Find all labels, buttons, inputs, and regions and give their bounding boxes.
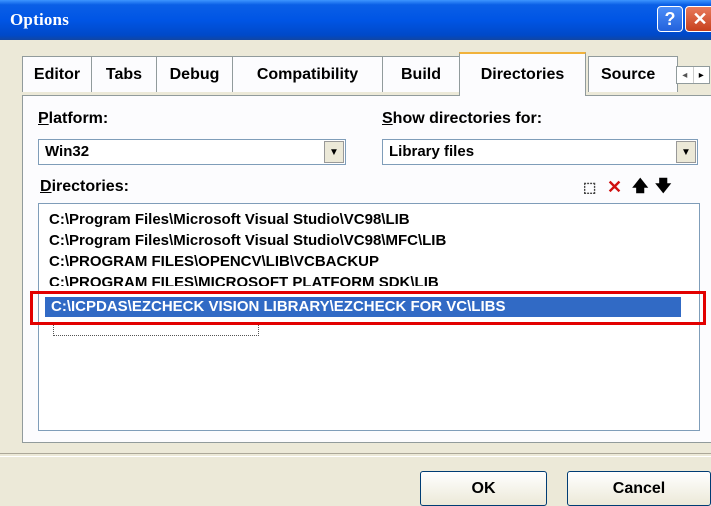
tab-compatibility[interactable]: Compatibility: [232, 56, 383, 92]
platform-value: Win32: [45, 143, 90, 160]
delete-icon[interactable]: ✕: [607, 178, 622, 196]
divider: [0, 453, 711, 457]
show-directories-select[interactable]: Library files ▼: [382, 139, 698, 165]
chevron-down-icon[interactable]: ▼: [324, 141, 344, 163]
tab-directories[interactable]: Directories: [459, 52, 586, 96]
close-button[interactable]: ✕: [685, 6, 711, 32]
tab-scroll-buttons: ◂ ▸: [676, 66, 710, 84]
platform-select[interactable]: Win32 ▼: [38, 139, 346, 165]
directories-label: Directories:: [40, 178, 129, 195]
platform-label: Platform:: [38, 110, 109, 127]
window-title: Options: [10, 10, 70, 29]
show-directories-value: Library files: [389, 143, 475, 160]
tab-editor[interactable]: Editor: [22, 56, 92, 92]
tab-debug[interactable]: Debug: [156, 56, 233, 92]
help-button[interactable]: ?: [657, 6, 683, 32]
new-folder-icon[interactable]: ⬚: [583, 178, 596, 196]
tab-build[interactable]: Build: [382, 56, 460, 92]
tab-tabs[interactable]: Tabs: [91, 56, 157, 92]
tab-scroll-right-icon[interactable]: ▸: [694, 67, 710, 83]
list-item[interactable]: C:\PROGRAM FILES\MICROSOFT PLATFORM SDK\…: [49, 273, 439, 286]
list-item[interactable]: C:\PROGRAM FILES\OPENCV\LIB\VCBACKUP: [49, 252, 379, 272]
help-icon: ?: [664, 8, 676, 29]
tab-source[interactable]: Source: [588, 56, 678, 92]
options-dialog: Options ? ✕ Editor Tabs Debug Compatibil…: [0, 0, 711, 506]
ok-button[interactable]: OK: [420, 471, 547, 506]
list-item[interactable]: C:\Program Files\Microsoft Visual Studio…: [49, 231, 446, 251]
title-bar[interactable]: Options ? ✕: [0, 0, 711, 40]
list-item[interactable]: C:\Program Files\Microsoft Visual Studio…: [49, 210, 410, 230]
highlight-annotation-box: [30, 291, 706, 325]
move-up-icon[interactable]: 🡅: [632, 178, 648, 196]
show-directories-label: Show directories for:: [382, 110, 543, 127]
close-icon: ✕: [692, 8, 708, 29]
move-down-icon[interactable]: 🡇: [655, 178, 671, 196]
chevron-down-icon[interactable]: ▼: [676, 141, 696, 163]
cancel-button[interactable]: Cancel: [567, 471, 711, 506]
tab-scroll-left-icon[interactable]: ◂: [677, 67, 694, 83]
